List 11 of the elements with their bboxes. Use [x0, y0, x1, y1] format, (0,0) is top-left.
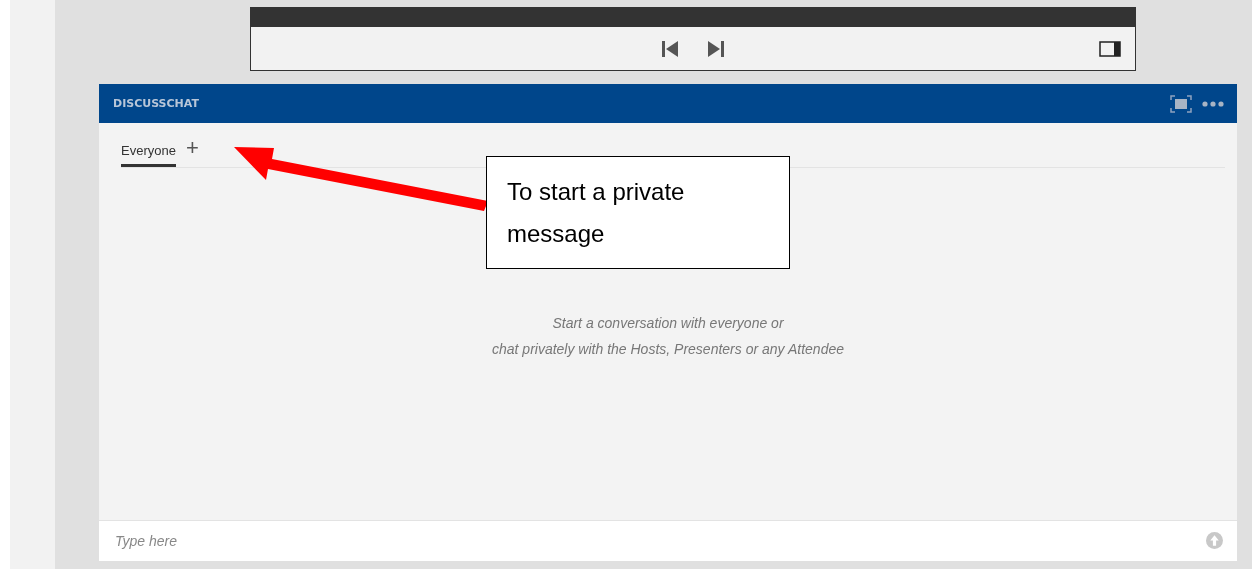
callout-text: To start a private message [486, 156, 790, 269]
panel-title: DISCUSSCHAT [113, 97, 200, 110]
next-icon[interactable] [707, 39, 725, 58]
add-tab-button[interactable]: + [185, 137, 199, 167]
previous-icon[interactable] [661, 39, 679, 58]
fullscreen-icon[interactable] [1170, 94, 1192, 113]
chat-tab[interactable]: Everyone [121, 143, 176, 167]
more-icon[interactable] [1202, 100, 1224, 107]
empty-message: Start a conversation with everyone or chat privately with the Hosts, Presenters or any Attendee [492, 314, 844, 359]
sidebar-toggle-icon[interactable] [1099, 40, 1121, 57]
message-input[interactable]: Type here [99, 520, 1237, 561]
